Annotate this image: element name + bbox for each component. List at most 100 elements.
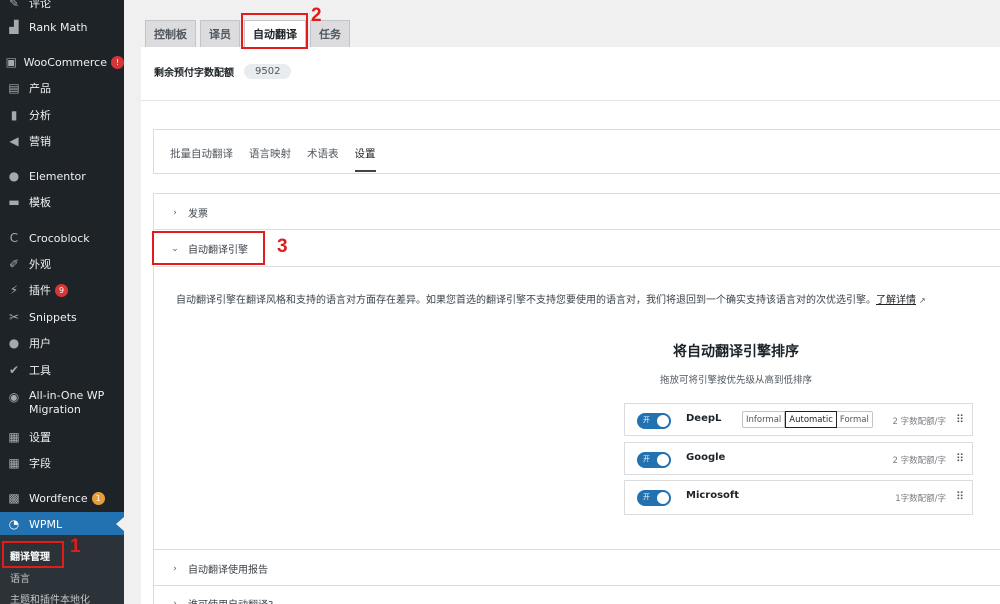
style-automatic[interactable]: Automatic bbox=[785, 411, 837, 428]
engines-subtitle: 拖放可将引擎按优先级从高到低排序 bbox=[659, 375, 812, 386]
divider bbox=[141, 100, 1000, 101]
annotation-number-2: 2 bbox=[311, 5, 322, 26]
wordfence-icon: ▩ bbox=[8, 491, 20, 505]
toggle-knob bbox=[657, 454, 669, 466]
menu-label: Elementor bbox=[29, 169, 86, 183]
menu-item-snippets[interactable]: ✂ Snippets bbox=[0, 308, 124, 326]
menu-label: 分析 bbox=[29, 109, 51, 122]
wpml-icon: ◔ bbox=[8, 517, 20, 531]
toggle-on-label: 开 bbox=[643, 455, 650, 463]
accordion-title: 发票 bbox=[188, 209, 208, 220]
accordion-invoice[interactable] bbox=[153, 193, 1000, 230]
tab-translators[interactable]: 译员 bbox=[200, 20, 240, 47]
fields-icon: ▦ bbox=[8, 456, 20, 470]
update-count-badge: 9 bbox=[55, 283, 68, 297]
accordion-usage-report-header[interactable]: › 自动翻译使用报告 bbox=[170, 561, 268, 577]
marketing-icon: ◀ bbox=[9, 134, 19, 148]
engine-name: Microsoft bbox=[686, 490, 740, 501]
menu-item-elementor[interactable]: ● Elementor bbox=[0, 167, 124, 185]
menu-label: 字段 bbox=[29, 457, 51, 470]
learn-more-link[interactable]: 了解详情 bbox=[876, 295, 916, 306]
menu-label: WooCommerce bbox=[23, 55, 107, 69]
menu-item-wordfence[interactable]: ▩ Wordfence 1 bbox=[0, 489, 124, 507]
menu-item-comments[interactable]: ✎ 评论 bbox=[0, 0, 124, 12]
submenu-languages[interactable]: 语言 bbox=[10, 570, 30, 585]
accordion-invoice-header[interactable]: › 发票 bbox=[170, 205, 208, 221]
templates-icon: ▬ bbox=[8, 195, 20, 209]
products-icon: ▤ bbox=[8, 81, 20, 95]
engine-row-deepl[interactable]: 开 DeepL Informal Automatic Formal 2 字数配额… bbox=[624, 403, 973, 436]
menu-label: Rank Math bbox=[29, 20, 88, 34]
subtab-glossary[interactable]: 术语表 bbox=[307, 146, 339, 161]
menu-item-tools[interactable]: ✔ 工具 bbox=[0, 361, 124, 379]
accordion-who-can-use[interactable] bbox=[153, 585, 1000, 604]
crocoblock-icon: C bbox=[9, 231, 19, 245]
annotation-number-1: 1 bbox=[70, 536, 81, 557]
external-link-icon: ↗ bbox=[919, 296, 926, 305]
drag-handle-icon[interactable]: ⠿ bbox=[956, 452, 964, 465]
subtab-settings[interactable]: 设置 bbox=[354, 146, 376, 172]
menu-item-marketing[interactable]: ◀ 营销 bbox=[0, 132, 124, 150]
menu-item-rank-math[interactable]: ▟ Rank Math bbox=[0, 18, 124, 36]
engine-toggle[interactable]: 开 bbox=[637, 490, 671, 506]
engine-quota: 2 字数配额/字 bbox=[892, 456, 946, 466]
toggle-knob bbox=[657, 415, 669, 427]
menu-label: 工具 bbox=[29, 364, 51, 377]
admin-sidebar: ✎ 评论 ▟ Rank Math ▣ WooCommerce ! ▤ 产品 ▮ … bbox=[0, 0, 124, 604]
drag-handle-icon[interactable]: ⠿ bbox=[956, 490, 964, 503]
engine-row-google[interactable]: 开 Google 2 字数配额/字 ⠿ bbox=[624, 442, 973, 475]
engine-name: Google bbox=[686, 452, 726, 463]
menu-item-woocommerce[interactable]: ▣ WooCommerce ! bbox=[0, 53, 124, 71]
menu-label: Snippets bbox=[29, 310, 77, 324]
annotation-number-3: 3 bbox=[277, 236, 288, 257]
style-formal[interactable]: Formal bbox=[837, 412, 872, 427]
rank-math-icon: ▟ bbox=[9, 20, 19, 34]
engine-toggle[interactable]: 开 bbox=[637, 413, 671, 429]
accordion-who-can-use-header[interactable]: › 谁可使用自动翻译? bbox=[170, 596, 273, 604]
subtab-bulk-auto-translate[interactable]: 批量自动翻译 bbox=[170, 146, 233, 161]
menu-label: 产品 bbox=[29, 82, 51, 95]
tab-dashboard[interactable]: 控制板 bbox=[145, 20, 196, 47]
annotation-box-1 bbox=[2, 541, 64, 568]
toggle-on-label: 开 bbox=[643, 416, 650, 424]
toggle-knob bbox=[657, 492, 669, 504]
appearance-icon: ✐ bbox=[8, 257, 20, 271]
divider bbox=[153, 266, 1000, 267]
engines-description: 自动翻译引擎在翻译风格和支持的语言对方面存在差异。如果您首选的翻译引擎不支持您要… bbox=[176, 291, 976, 306]
engine-name: DeepL bbox=[686, 413, 722, 424]
engine-toggle[interactable]: 开 bbox=[637, 452, 671, 468]
menu-item-fields[interactable]: ▦ 字段 bbox=[0, 454, 124, 472]
menu-label: WPML bbox=[29, 517, 63, 531]
menu-item-appearance[interactable]: ✐ 外观 bbox=[0, 255, 124, 273]
menu-label: Crocoblock bbox=[29, 231, 90, 245]
style-informal[interactable]: Informal bbox=[743, 412, 786, 427]
menu-label: 用户 bbox=[29, 337, 51, 350]
quota-row: 剩余预付字数配额 9502 bbox=[154, 64, 292, 79]
engine-row-microsoft[interactable]: 开 Microsoft 1字数配额/字 ⠿ bbox=[624, 480, 973, 515]
menu-item-analytics[interactable]: ▮ 分析 bbox=[0, 106, 124, 124]
annotation-box-2 bbox=[241, 13, 308, 49]
woocommerce-icon: ▣ bbox=[5, 55, 17, 69]
analytics-icon: ▮ bbox=[10, 108, 18, 122]
menu-item-wpml[interactable]: ◔ WPML bbox=[0, 512, 124, 536]
menu-item-plugins[interactable]: ⚡ 插件 9 bbox=[0, 281, 124, 299]
submenu-theme-plugin-localization[interactable]: 主题和插件本地化 bbox=[10, 591, 90, 604]
menu-label: 模板 bbox=[29, 196, 51, 209]
menu-label: 评论 bbox=[29, 0, 51, 10]
menu-item-users[interactable]: ● 用户 bbox=[0, 334, 124, 352]
elementor-icon: ● bbox=[8, 169, 20, 183]
subtab-language-mapping[interactable]: 语言映射 bbox=[249, 146, 291, 161]
menu-item-settings[interactable]: ▦ 设置 bbox=[0, 428, 124, 446]
menu-item-products[interactable]: ▤ 产品 bbox=[0, 79, 124, 97]
toggle-on-label: 开 bbox=[643, 493, 650, 501]
accordion-usage-report[interactable] bbox=[153, 549, 1000, 586]
active-menu-arrow bbox=[116, 517, 124, 531]
drag-handle-icon[interactable]: ⠿ bbox=[956, 413, 964, 426]
description-text: 自动翻译引擎在翻译风格和支持的语言对方面存在差异。如果您首选的翻译引擎不支持您要… bbox=[176, 295, 876, 306]
menu-item-templates[interactable]: ▬ 模板 bbox=[0, 193, 124, 211]
menu-label: 营销 bbox=[29, 135, 51, 148]
menu-item-migration[interactable]: ◉ All-in-One WP Migration bbox=[0, 389, 124, 417]
chevron-right-icon: › bbox=[173, 598, 177, 604]
menu-item-crocoblock[interactable]: C Crocoblock bbox=[0, 229, 124, 247]
annotation-box-3 bbox=[152, 231, 265, 265]
